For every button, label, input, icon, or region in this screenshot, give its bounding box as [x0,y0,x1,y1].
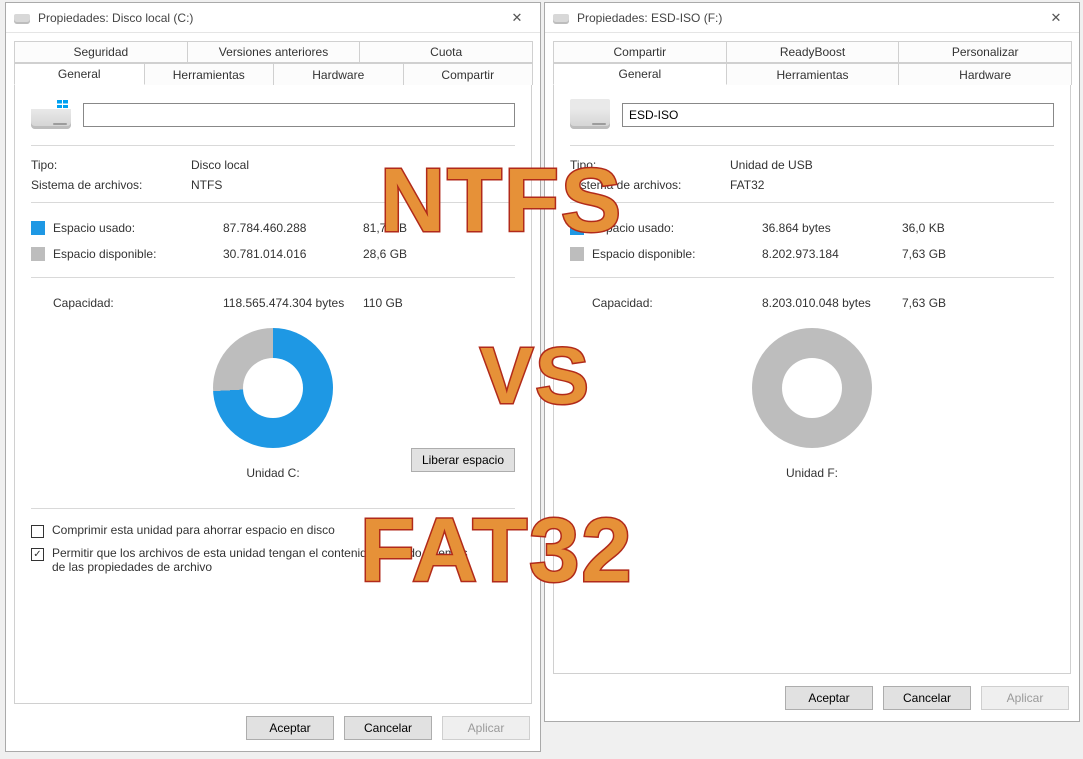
tab-previous-versions[interactable]: Versiones anteriores [187,41,361,63]
tab-general[interactable]: General [14,63,145,85]
used-space-human: 36,0 KB [902,221,972,235]
used-space-bytes: 36.864 bytes [762,221,902,235]
tab-sharing[interactable]: Compartir [553,41,727,63]
usb-drive-icon [570,99,610,131]
used-space-label: Espacio usado: [592,221,762,235]
index-label: Permitir que los archivos de esta unidad… [52,546,482,574]
tab-readyboost[interactable]: ReadyBoost [726,41,900,63]
close-icon[interactable]: ✕ [1033,3,1079,33]
properties-dialog-c: Propiedades: Disco local (C:) ✕ Segurida… [5,2,541,752]
drive-letter-label: Unidad F: [570,466,1054,480]
properties-dialog-f: Propiedades: ESD-ISO (F:) ✕ Compartir Re… [544,2,1080,722]
titlebar[interactable]: Propiedades: Disco local (C:) ✕ [6,3,540,33]
compress-label: Comprimir esta unidad para ahorrar espac… [52,523,335,537]
apply-button[interactable]: Aplicar [981,686,1069,710]
free-space-human: 28,6 GB [363,247,433,261]
titlebar[interactable]: Propiedades: ESD-ISO (F:) ✕ [545,3,1079,33]
capacity-label: Capacidad: [592,296,762,310]
free-space-bytes: 30.781.014.016 [223,247,363,261]
ok-button[interactable]: Aceptar [246,716,334,740]
drive-icon [553,12,569,24]
tab-quota[interactable]: Cuota [359,41,533,63]
usage-donut [213,328,333,448]
capacity-bytes: 118.565.474.304 bytes [223,296,363,310]
free-space-swatch [31,247,45,261]
capacity-label: Capacidad: [53,296,223,310]
filesystem-value: FAT32 [730,178,764,192]
local-disk-icon [31,99,71,131]
drive-name-input[interactable] [622,103,1054,127]
capacity-human: 7,63 GB [902,296,972,310]
filesystem-value: NTFS [191,178,222,192]
used-space-bytes: 87.784.460.288 [223,221,363,235]
used-space-swatch [31,221,45,235]
tab-general[interactable]: General [553,63,727,85]
drive-name-input[interactable] [83,103,515,127]
cancel-button[interactable]: Cancelar [883,686,971,710]
tab-sharing[interactable]: Compartir [403,63,534,85]
type-value: Unidad de USB [730,158,813,172]
type-label: Tipo: [570,158,730,172]
apply-button[interactable]: Aplicar [442,716,530,740]
tab-hardware[interactable]: Hardware [898,63,1072,85]
free-space-label: Espacio disponible: [53,247,223,261]
used-space-label: Espacio usado: [53,221,223,235]
index-checkbox[interactable] [31,548,44,561]
disk-cleanup-button[interactable]: Liberar espacio [411,448,515,472]
drive-icon [14,12,30,24]
ok-button[interactable]: Aceptar [785,686,873,710]
capacity-human: 110 GB [363,296,433,310]
window-title: Propiedades: Disco local (C:) [38,11,494,25]
used-space-human: 81,7 GB [363,221,433,235]
tab-hardware[interactable]: Hardware [273,63,404,85]
usage-donut [752,328,872,448]
tab-security[interactable]: Seguridad [14,41,188,63]
cancel-button[interactable]: Cancelar [344,716,432,740]
tab-tools[interactable]: Herramientas [144,63,275,85]
type-label: Tipo: [31,158,191,172]
free-space-swatch [570,247,584,261]
capacity-bytes: 8.203.010.048 bytes [762,296,902,310]
window-title: Propiedades: ESD-ISO (F:) [577,11,1033,25]
filesystem-label: Sistema de archivos: [31,178,191,192]
filesystem-label: Sistema de archivos: [570,178,730,192]
used-space-swatch [570,221,584,235]
free-space-human: 7,63 GB [902,247,972,261]
free-space-bytes: 8.202.973.184 [762,247,902,261]
tab-customize[interactable]: Personalizar [898,41,1072,63]
free-space-label: Espacio disponible: [592,247,762,261]
compress-checkbox[interactable] [31,525,44,538]
tab-tools[interactable]: Herramientas [726,63,900,85]
type-value: Disco local [191,158,249,172]
close-icon[interactable]: ✕ [494,3,540,33]
